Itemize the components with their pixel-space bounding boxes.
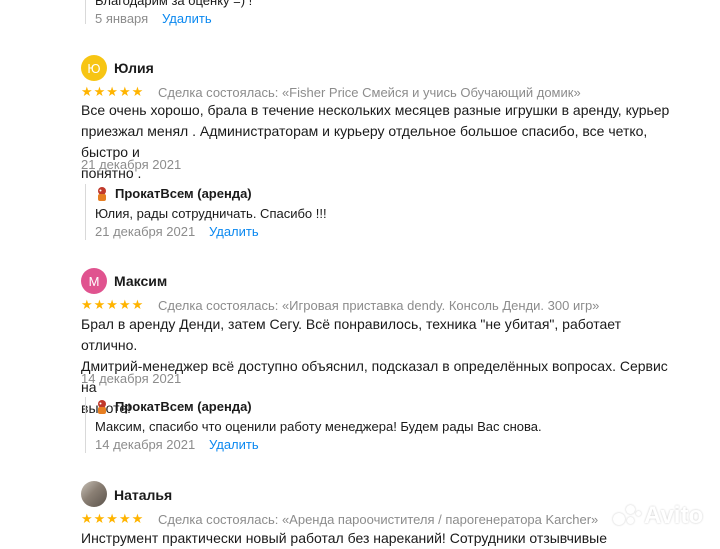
rating-stars: ★★★★★ xyxy=(81,297,145,312)
shop-name[interactable]: ПрокатВсем (аренда) xyxy=(115,399,252,414)
rating-stars: ★★★★★ xyxy=(81,84,145,99)
reviewer-name[interactable]: Наталья xyxy=(114,487,172,503)
reply-date: 14 декабря 2021 xyxy=(95,437,196,452)
delete-reply-link[interactable]: Удалить xyxy=(209,224,259,239)
shop-logo-icon xyxy=(98,400,106,414)
reply-date: 5 января xyxy=(95,11,149,26)
reply-text: Максим, спасибо что оценили работу менед… xyxy=(95,419,542,434)
deal-info: Сделка состоялась: «Fisher Price Смейся … xyxy=(158,85,581,100)
review-date: 14 декабря 2021 xyxy=(81,371,182,386)
deal-info: Сделка состоялась: «Аренда пароочистител… xyxy=(158,512,599,527)
avatar: Ю xyxy=(81,55,107,81)
delete-reply-link[interactable]: Удалить xyxy=(162,11,212,26)
reply-text: Юлия, рады сотрудничать. Спасибо !!! xyxy=(95,206,327,221)
reviewer-name[interactable]: Максим xyxy=(114,273,167,289)
shop-logo-icon xyxy=(98,187,106,201)
reviewer-name[interactable]: Юлия xyxy=(114,60,154,76)
reply-bar xyxy=(85,0,86,24)
review-text: Инструмент практически новый работал без… xyxy=(81,528,681,549)
review-text-line: Все очень хорошо, брала в течение нескол… xyxy=(81,102,670,118)
avito-logo-icon xyxy=(613,505,641,527)
avito-wordmark: Avito xyxy=(644,502,704,529)
reply-bar xyxy=(85,184,86,240)
rating-stars: ★★★★★ xyxy=(81,511,145,526)
shop-name[interactable]: ПрокатВсем (аренда) xyxy=(115,186,252,201)
review-date: 21 декабря 2021 xyxy=(81,157,182,172)
avatar: М xyxy=(81,268,107,294)
deal-info: Сделка состоялась: «Игровая приставка de… xyxy=(158,298,600,313)
reply-date: 21 декабря 2021 xyxy=(95,224,196,239)
review-text-line: Инструмент практически новый работал без… xyxy=(81,530,608,546)
avito-watermark: Avito xyxy=(613,502,704,529)
reply-bar xyxy=(85,397,86,453)
delete-reply-link[interactable]: Удалить xyxy=(209,437,259,452)
avatar xyxy=(81,481,107,507)
review-text-line: Брал в аренду Денди, затем Сегу. Всё пон… xyxy=(81,316,622,353)
reply-text: Благодарим за оценку =) ! xyxy=(95,0,253,8)
